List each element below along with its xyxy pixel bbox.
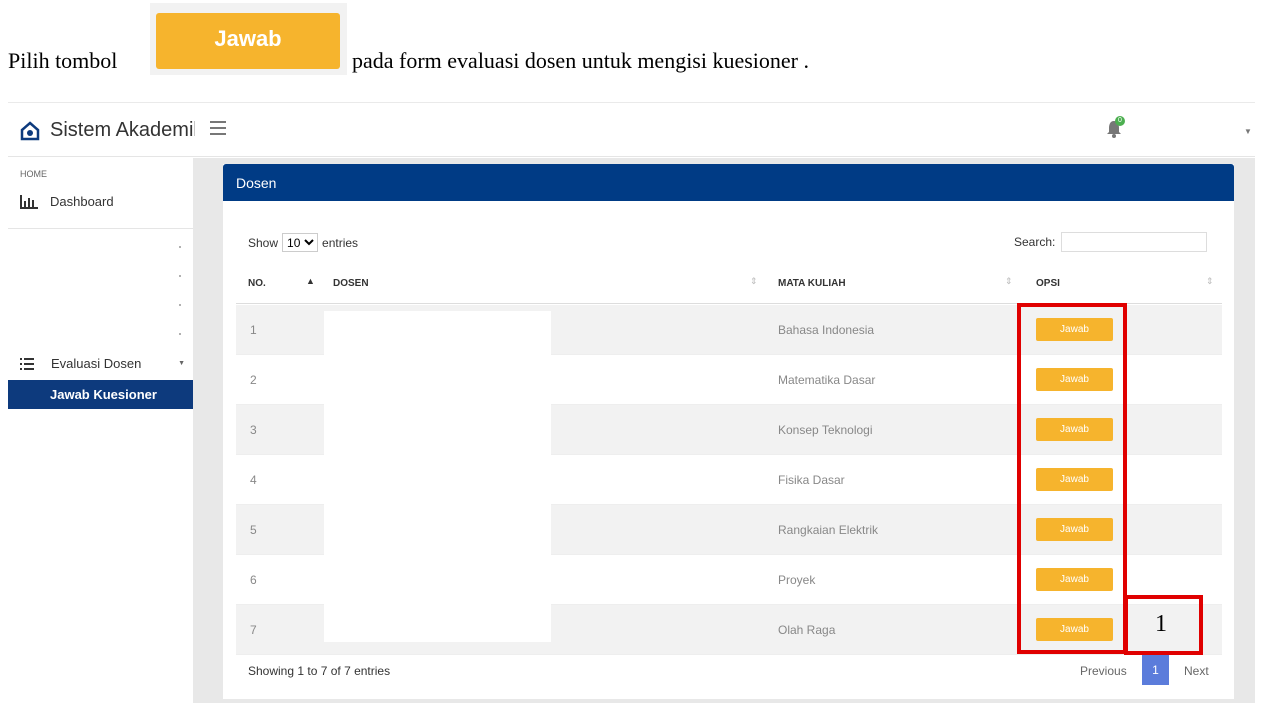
mata-kuliah-cell: Konsep Teknologi bbox=[778, 423, 873, 437]
mata-kuliah-cell: Proyek bbox=[778, 573, 816, 587]
sidebar-item-jawab-kuesioner[interactable]: Jawab Kuesioner bbox=[8, 380, 193, 409]
card-title: Dosen bbox=[223, 164, 1234, 201]
sidebar-section-home: HOME bbox=[20, 169, 47, 179]
search-control: Search: bbox=[1014, 232, 1208, 252]
mata-kuliah-cell: Fisika Dasar bbox=[778, 473, 845, 487]
instruction-prefix: Pilih tombol bbox=[8, 48, 118, 73]
list-icon bbox=[20, 357, 34, 370]
row-number: 2 bbox=[250, 373, 257, 387]
user-dropdown-caret-icon[interactable]: ▼ bbox=[1244, 127, 1252, 136]
column-header-dosen[interactable]: DOSEN bbox=[333, 278, 369, 289]
instruction-suffix: pada form evaluasi dosen untuk mengisi k… bbox=[352, 48, 810, 73]
pagination-previous[interactable]: Previous bbox=[1080, 664, 1127, 678]
app-title: Sistem Akademik bbox=[50, 119, 195, 141]
row-number: 7 bbox=[250, 623, 257, 637]
show-label: Show bbox=[248, 235, 279, 250]
sort-asc-icon[interactable]: ▲ bbox=[306, 276, 315, 286]
mata-kuliah-cell: Olah Raga bbox=[778, 623, 836, 637]
sort-both-icon[interactable]: ⇕ bbox=[750, 276, 758, 287]
search-input[interactable] bbox=[1061, 232, 1208, 252]
sidebar-divider bbox=[8, 228, 193, 229]
sidebar-item-label: Dashboard bbox=[50, 194, 114, 209]
pagination-page-1[interactable]: 1 bbox=[1142, 655, 1169, 685]
row-number: 1 bbox=[250, 323, 257, 337]
home-logo-icon bbox=[20, 121, 40, 141]
table-info: Showing 1 to 7 of 7 entries bbox=[248, 664, 391, 678]
search-label: Search: bbox=[1014, 235, 1056, 249]
sidebar-dot bbox=[179, 246, 181, 248]
entries-length-control: Show 10 entries bbox=[248, 233, 358, 252]
notification-badge: 0 bbox=[1115, 116, 1125, 126]
column-header-opsi[interactable]: OPSI bbox=[1036, 278, 1060, 289]
step-number-label: 1 bbox=[1155, 611, 1167, 637]
row-number: 4 bbox=[250, 473, 257, 487]
row-number: 6 bbox=[250, 573, 257, 587]
chevron-down-icon: ▼ bbox=[178, 360, 185, 367]
sidebar: HOME Dashboard Evaluasi Dosen ▼ Jawab Ku… bbox=[8, 158, 193, 703]
sidebar-dot bbox=[179, 333, 181, 335]
sidebar-dot bbox=[179, 275, 181, 277]
sidebar-item-label: Evaluasi Dosen bbox=[51, 356, 142, 371]
sidebar-item-evaluasi-dosen[interactable]: Evaluasi Dosen ▼ bbox=[20, 356, 185, 371]
row-number: 5 bbox=[250, 523, 257, 537]
column-header-no[interactable]: NO. bbox=[248, 278, 266, 289]
mata-kuliah-cell: Matematika Dasar bbox=[778, 373, 876, 387]
table-header: NO. ▲ DOSEN ⇕ MATA KULIAH ⇕ OPSI ⇕ bbox=[236, 264, 1222, 304]
mata-kuliah-cell: Rangkaian Elektrik bbox=[778, 523, 879, 537]
sort-both-icon[interactable]: ⇕ bbox=[1206, 276, 1214, 287]
topbar: Sistem Akademik 0 ▼ bbox=[8, 103, 1255, 157]
mata-kuliah-cell: Bahasa Indonesia bbox=[778, 323, 875, 337]
entries-select[interactable]: 10 bbox=[282, 233, 319, 252]
instruction-jawab-button: Jawab bbox=[156, 13, 340, 69]
pagination-next[interactable]: Next bbox=[1184, 664, 1209, 678]
redacted-dosen-names bbox=[324, 311, 551, 642]
sort-both-icon[interactable]: ⇕ bbox=[1005, 276, 1013, 287]
sidebar-item-dashboard[interactable]: Dashboard bbox=[20, 194, 114, 209]
column-header-mata-kuliah[interactable]: MATA KULIAH bbox=[778, 278, 846, 289]
bar-chart-icon bbox=[20, 194, 38, 209]
highlight-jawab-column bbox=[1017, 303, 1127, 654]
hamburger-menu-icon[interactable] bbox=[210, 121, 226, 135]
sidebar-dot bbox=[179, 304, 181, 306]
row-number: 3 bbox=[250, 423, 257, 437]
entries-label: entries bbox=[322, 235, 359, 250]
